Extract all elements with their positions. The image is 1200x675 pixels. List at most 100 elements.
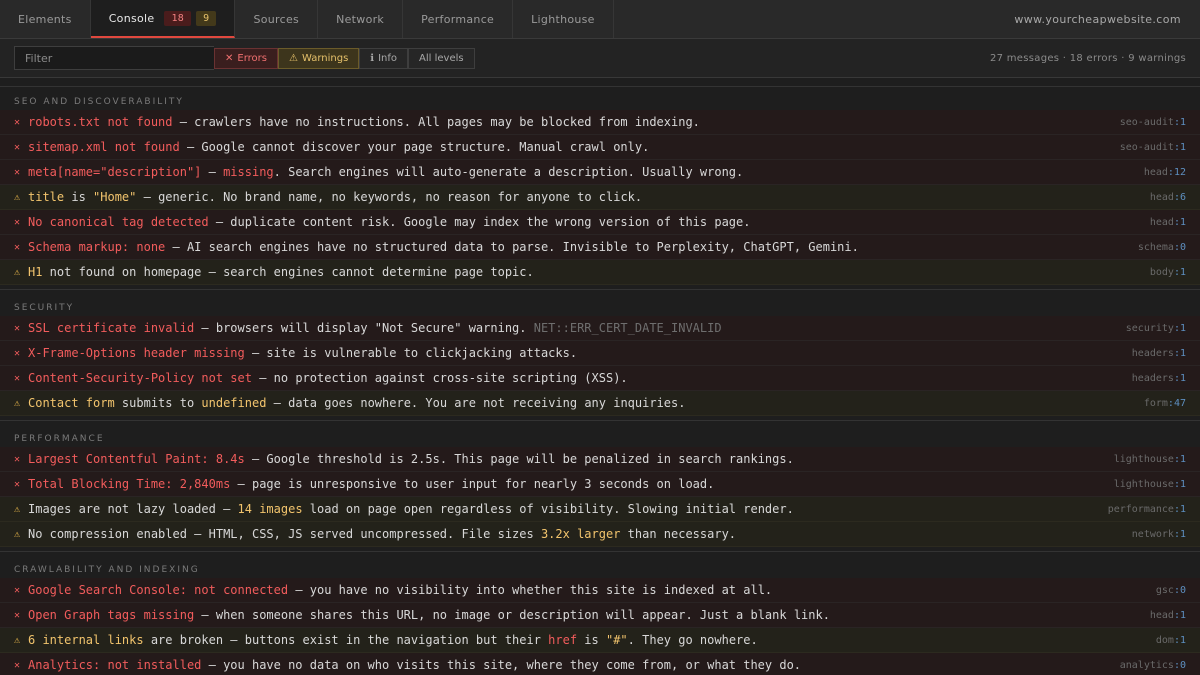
message-segment: undefined <box>201 396 267 410</box>
console-filter-bar: ✕ Errors ⚠ Warnings ℹ Info All levels 27… <box>0 39 1200 78</box>
source-link[interactable]: dom:1 <box>1156 635 1186 646</box>
source-file: network <box>1131 528 1174 540</box>
tab-lighthouse[interactable]: Lighthouse <box>513 0 614 38</box>
source-link[interactable]: body:1 <box>1150 267 1186 278</box>
console-error-row[interactable]: ✕ No canonical tag detected — duplicate c… <box>0 210 1200 235</box>
error-icon: ✕ <box>14 116 21 128</box>
tab-console[interactable]: Console 18 9 <box>90 0 236 38</box>
error-icon: ✕ <box>14 347 21 359</box>
console-warning-row[interactable]: ⚠ Contact form submits to undefined — dat… <box>0 391 1200 416</box>
source-link[interactable]: lighthouse:1 <box>1114 454 1186 465</box>
message-text: robots.txt not found — crawlers have no … <box>28 115 1108 129</box>
devtools-tab-bar: Elements Console 18 9 Sources Network Pe… <box>0 0 1200 39</box>
source-line-number: 0 <box>1179 241 1186 253</box>
console-error-row[interactable]: ✕ robots.txt not found — crawlers have no… <box>0 110 1200 135</box>
tab-network[interactable]: Network <box>318 0 404 38</box>
console-error-row[interactable]: ✕ SSL certificate invalid — browsers will… <box>0 316 1200 341</box>
source-file: seo-audit <box>1119 141 1174 153</box>
message-segment: Largest Contentful Paint: 8.4s <box>28 452 245 466</box>
source-file: head <box>1143 166 1168 178</box>
level-filter-all[interactable]: All levels <box>408 47 475 69</box>
tab-performance[interactable]: Performance <box>403 0 514 38</box>
message-segment: — you have no data on who visits this si… <box>201 658 802 672</box>
tab-sources[interactable]: Sources <box>235 0 319 38</box>
console-warning-row[interactable]: ⚠ H1 not found on homepage — search engin… <box>0 260 1200 285</box>
console-error-row[interactable]: ✕ meta[name="description"] — missing. Sea… <box>0 160 1200 185</box>
tab-elements[interactable]: Elements <box>0 0 91 38</box>
message-segment: — page is unresponsive to user input for… <box>230 477 715 491</box>
source-link[interactable]: lighthouse:1 <box>1114 479 1186 490</box>
message-segment: — browsers will display "Not Secure" war… <box>194 321 534 335</box>
message-segment: . Search engines will auto-generate a de… <box>273 165 744 179</box>
message-segment: — duplicate content risk. Google may ind… <box>208 215 751 229</box>
source-link[interactable]: head:1 <box>1150 217 1186 228</box>
message-segment: SSL certificate invalid <box>28 321 195 335</box>
tab-label: Sources <box>253 12 300 26</box>
console-error-row[interactable]: ✕ Open Graph tags missing — when someone … <box>0 603 1200 628</box>
source-line-number: 47 <box>1173 397 1186 409</box>
error-icon: ✕ <box>14 478 21 490</box>
message-text: SSL certificate invalid — browsers will … <box>28 321 1114 335</box>
message-text: H1 not found on homepage — search engine… <box>28 265 1138 279</box>
console-warning-row[interactable]: ⚠ No compression enabled — HTML, CSS, JS … <box>0 522 1200 547</box>
message-segment: — no protection against cross-site scrip… <box>251 371 628 385</box>
message-segment: submits to <box>114 396 202 410</box>
source-file: headers <box>1131 372 1174 384</box>
source-link[interactable]: network:1 <box>1132 529 1186 540</box>
source-link[interactable]: headers:1 <box>1132 348 1186 359</box>
source-link[interactable]: seo-audit:1 <box>1120 142 1186 153</box>
console-error-row[interactable]: ✕ sitemap.xml not found — Google cannot d… <box>0 135 1200 160</box>
message-segment: "Home" <box>93 190 137 204</box>
message-text: Content-Security-Policy not set — no pro… <box>28 371 1120 385</box>
console-error-row[interactable]: ✕ Schema markup: none — AI search engines… <box>0 235 1200 260</box>
warning-count-badge: 9 <box>196 10 217 26</box>
level-filter-warnings[interactable]: ⚠ Warnings <box>277 47 360 69</box>
source-line-number: 1 <box>1179 266 1186 278</box>
filter-input[interactable] <box>14 46 214 70</box>
source-line-number: 1 <box>1179 453 1186 465</box>
source-file: schema <box>1137 241 1174 253</box>
source-link[interactable]: performance:1 <box>1108 504 1186 515</box>
source-link[interactable]: gsc:0 <box>1156 585 1186 596</box>
console-error-row[interactable]: ✕ Analytics: not installed — you have no … <box>0 653 1200 675</box>
source-link[interactable]: head:6 <box>1150 192 1186 203</box>
message-segment: No canonical tag detected <box>28 215 209 229</box>
message-segment: is <box>64 190 94 204</box>
error-icon: ✕ <box>14 241 21 253</box>
message-segment: sitemap.xml not found <box>28 140 180 154</box>
source-link[interactable]: headers:1 <box>1132 373 1186 384</box>
section-title: CRAWLABILITY AND INDEXING <box>14 565 200 575</box>
message-segment: is <box>577 633 606 647</box>
error-icon: ✕ <box>14 216 21 228</box>
console-warning-row[interactable]: ⚠ title is "Home" — generic. No brand nam… <box>0 185 1200 210</box>
error-icon: ✕ <box>14 453 21 465</box>
console-error-row[interactable]: ✕ Google Search Console: not connected — … <box>0 578 1200 603</box>
console-error-row[interactable]: ✕ Total Blocking Time: 2,840ms — page is … <box>0 472 1200 497</box>
level-filter-errors[interactable]: ✕ Errors <box>214 47 278 69</box>
source-file: head <box>1149 609 1174 621</box>
message-segment: NET::ERR_CERT_DATE_INVALID <box>533 321 722 335</box>
source-link[interactable]: schema:0 <box>1138 242 1186 253</box>
source-link[interactable]: head:12 <box>1144 167 1186 178</box>
console-error-row[interactable]: ✕ X-Frame-Options header missing — site i… <box>0 341 1200 366</box>
source-line-number: 1 <box>1179 528 1186 540</box>
message-segment: href <box>548 633 578 647</box>
console-messages[interactable]: SEO AND DISCOVERABILITY ✕ robots.txt not f… <box>0 86 1200 675</box>
source-file: head <box>1149 216 1174 228</box>
source-link[interactable]: form:47 <box>1144 398 1186 409</box>
console-warning-row[interactable]: ⚠ 6 internal links are broken — buttons e… <box>0 628 1200 653</box>
level-label: Warnings <box>301 52 349 64</box>
console-error-row[interactable]: ✕ Largest Contentful Paint: 8.4s — Google… <box>0 447 1200 472</box>
source-link[interactable]: seo-audit:1 <box>1120 117 1186 128</box>
tab-label: Network <box>336 12 385 26</box>
message-segment: Content-Security-Policy not set <box>28 371 252 385</box>
source-link[interactable]: security:1 <box>1126 323 1186 334</box>
site-url: www.yourcheapwebsite.com <box>1014 12 1181 26</box>
source-link[interactable]: head:1 <box>1150 610 1186 621</box>
source-link[interactable]: analytics:0 <box>1120 660 1186 671</box>
level-filter-info[interactable]: ℹ Info <box>359 47 409 69</box>
console-warning-row[interactable]: ⚠ Images are not lazy loaded — 14 images … <box>0 497 1200 522</box>
console-error-row[interactable]: ✕ Content-Security-Policy not set — no pr… <box>0 366 1200 391</box>
warning-icon: ⚠ <box>14 503 21 515</box>
source-file: gsc <box>1155 584 1174 596</box>
